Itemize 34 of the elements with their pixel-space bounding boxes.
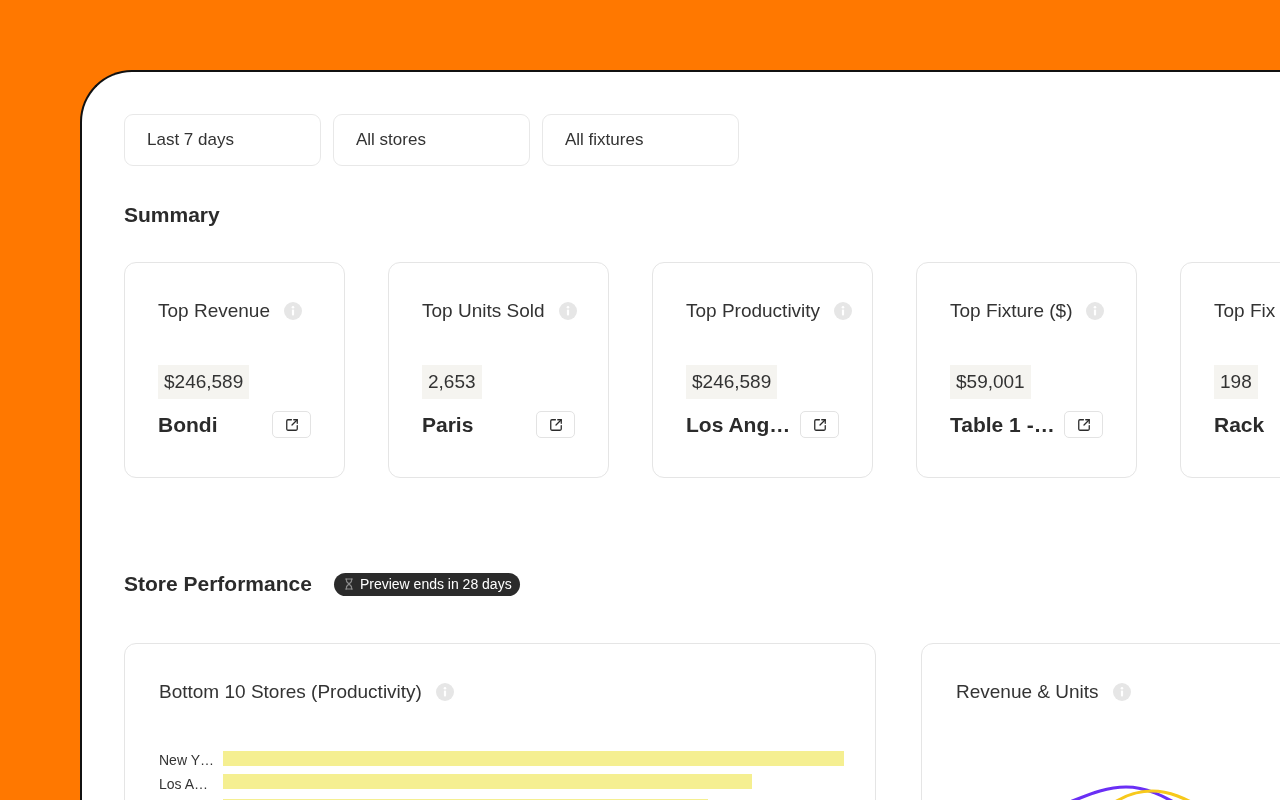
hourglass-icon bbox=[342, 578, 355, 590]
chart-title: Revenue & Units bbox=[956, 680, 1099, 704]
top-item-name: Table 1 -… bbox=[950, 412, 1055, 438]
open-link-button[interactable] bbox=[1064, 411, 1103, 438]
filter-dropdown[interactable]: All stores bbox=[333, 114, 530, 166]
top-item-name: Los Ang… bbox=[686, 412, 791, 438]
external-link-icon bbox=[548, 417, 563, 432]
card-title: Top Productivity bbox=[686, 299, 821, 323]
metric-value: $59,001 bbox=[950, 365, 1031, 399]
card-title: Top Fixture ($) bbox=[950, 299, 1073, 323]
metric-value: 2,653 bbox=[422, 365, 482, 399]
external-link-icon bbox=[1076, 417, 1091, 432]
filter-dropdown[interactable]: All fixtures bbox=[542, 114, 739, 166]
preview-text: Preview ends in 28 days bbox=[359, 575, 512, 593]
metric-value: 198 bbox=[1214, 365, 1258, 399]
card-title: Top Fix bbox=[1214, 299, 1276, 323]
filter-dropdown[interactable]: Last 7 days bbox=[124, 114, 321, 166]
card-title: Top Revenue bbox=[158, 299, 270, 323]
chart-title: Bottom 10 Stores (Productivity) bbox=[159, 680, 422, 704]
card-title: Top Units Sold bbox=[422, 299, 545, 323]
section-heading: Summary bbox=[124, 203, 220, 227]
top-item-name: Bondi bbox=[158, 412, 218, 438]
top-item-name: Paris bbox=[422, 412, 474, 438]
top-item-name: Rack bbox=[1214, 412, 1265, 438]
metric-value: $246,589 bbox=[158, 365, 250, 399]
bar-label: Los A… bbox=[159, 775, 209, 793]
section-heading: Store Performance bbox=[124, 572, 312, 596]
external-link-icon bbox=[284, 417, 299, 432]
open-link-button[interactable] bbox=[536, 411, 575, 438]
external-link-icon bbox=[812, 417, 827, 432]
open-link-button[interactable] bbox=[800, 411, 839, 438]
metric-value: $246,589 bbox=[686, 365, 778, 399]
open-link-button[interactable] bbox=[272, 411, 311, 438]
bar-label: New Y… bbox=[159, 751, 214, 769]
